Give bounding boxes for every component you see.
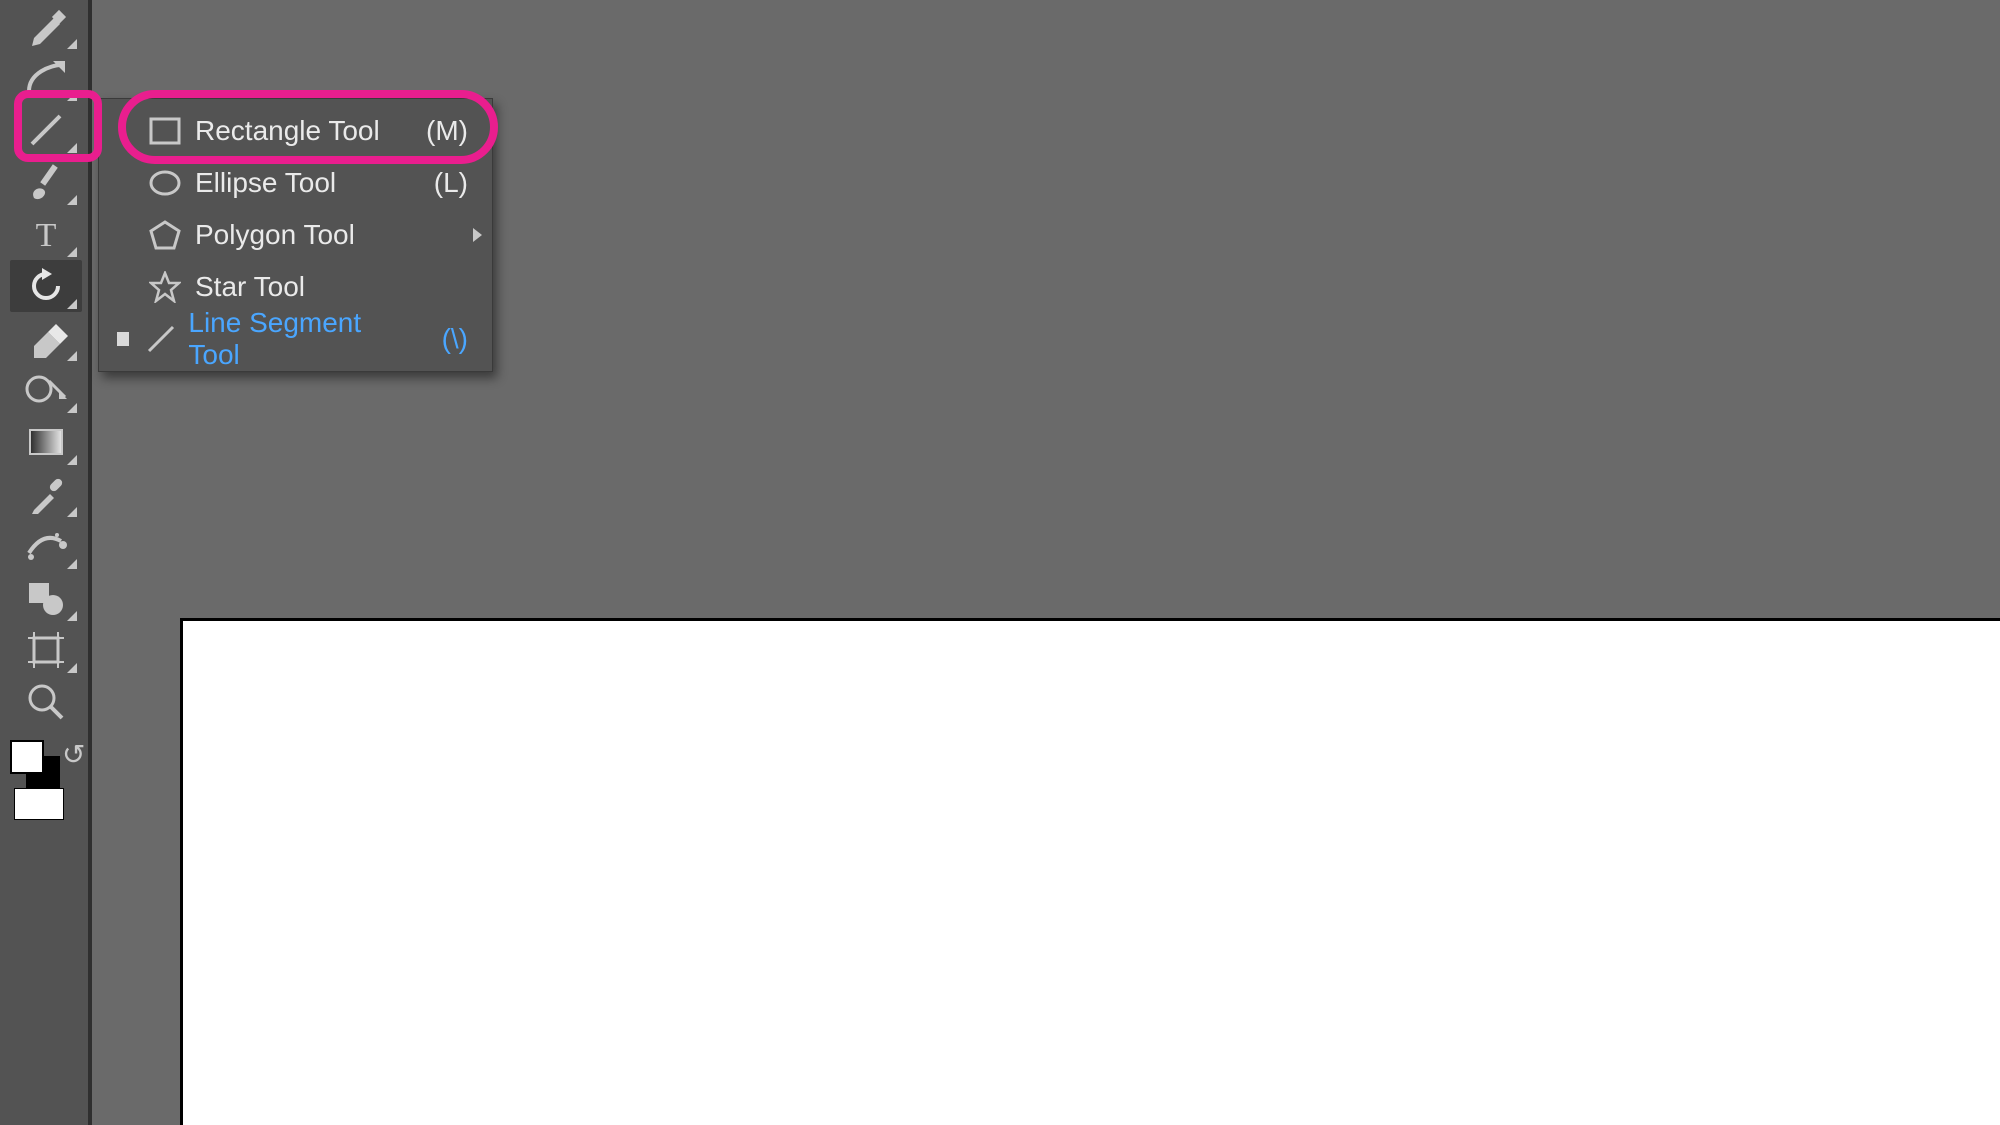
shapebuilder-icon [23,367,69,413]
sprayer-icon [23,523,69,569]
paintbrush-tool[interactable] [10,156,82,208]
flyout-indicator-icon [67,455,77,465]
flyout-indicator-icon [67,403,77,413]
eraser-tool[interactable] [10,312,82,364]
artboard-tool[interactable] [10,624,82,676]
flyout-indicator-icon [67,195,77,205]
flyout-indicator-icon [67,559,77,569]
shape-builder-tool[interactable] [10,364,82,416]
menu-item-label: Polygon Tool [195,219,384,251]
swap-fill-stroke-icon[interactable]: ↺ [62,738,85,771]
flyout-indicator-icon [67,351,77,361]
eyedropper-tool[interactable] [10,468,82,520]
rotate-icon [24,264,68,308]
star-icon [145,271,185,303]
shaper-tool[interactable] [10,572,82,624]
gradient-icon [26,422,66,462]
curvature-tool[interactable] [10,52,82,104]
artboard-icon [24,628,68,672]
menu-item-shortcut: (M) [408,115,468,147]
menu-item-label: Star Tool [195,271,384,303]
pen-icon [24,4,68,48]
submenu-arrow-icon [473,228,482,242]
gradient-tool[interactable] [10,416,82,468]
flyout-indicator-icon [67,663,77,673]
flyout-indicator-icon [67,299,77,309]
shape-tool-flyout: Rectangle Tool (M) Ellipse Tool (L) Poly… [98,98,493,372]
type-tool[interactable]: T [10,208,82,260]
flyout-indicator-icon [67,507,77,517]
ellipse-icon [145,169,185,197]
menu-item-polygon-tool[interactable]: Polygon Tool [99,209,492,261]
active-marker-icon [117,332,129,346]
menu-item-shortcut: (\) [415,323,468,355]
pen-tool[interactable] [10,0,82,52]
shaper-icon [23,575,69,621]
menu-item-shortcut: (L) [408,167,468,199]
menu-item-label: Ellipse Tool [195,167,384,199]
artboard[interactable] [183,621,2000,1125]
zoom-icon [24,680,68,724]
rotate-tool[interactable] [10,260,82,312]
type-icon: T [24,212,68,256]
flyout-indicator-icon [67,247,77,257]
menu-item-ellipse-tool[interactable]: Ellipse Tool (L) [99,157,492,209]
curvature-icon [23,55,69,101]
zoom-tool[interactable] [10,676,82,728]
flyout-indicator-icon [67,39,77,49]
menu-item-label: Line Segment Tool [188,307,391,371]
toolbar: T [0,0,92,1125]
menu-item-label: Rectangle Tool [195,115,384,147]
symbol-sprayer-tool[interactable] [10,520,82,572]
toolbar-separator [88,0,92,1125]
brush-icon [24,160,68,204]
line-icon [24,108,68,152]
flyout-indicator-icon [67,91,77,101]
polygon-icon [145,220,185,250]
color-swatch[interactable] [14,788,64,820]
menu-item-rectangle-tool[interactable]: Rectangle Tool (M) [99,105,492,157]
flyout-indicator-icon [67,611,77,621]
rectangle-icon [145,117,185,145]
menu-item-line-segment-tool[interactable]: Line Segment Tool (\) [99,313,492,365]
eraser-icon [24,316,68,360]
menu-item-star-tool[interactable]: Star Tool [99,261,492,313]
svg-text:T: T [36,217,57,254]
flyout-indicator-icon [67,143,77,153]
eyedropper-icon [24,472,68,516]
line-segment-tool[interactable] [10,104,82,156]
fill-stroke-indicator[interactable] [10,740,60,790]
line-icon [143,323,178,355]
